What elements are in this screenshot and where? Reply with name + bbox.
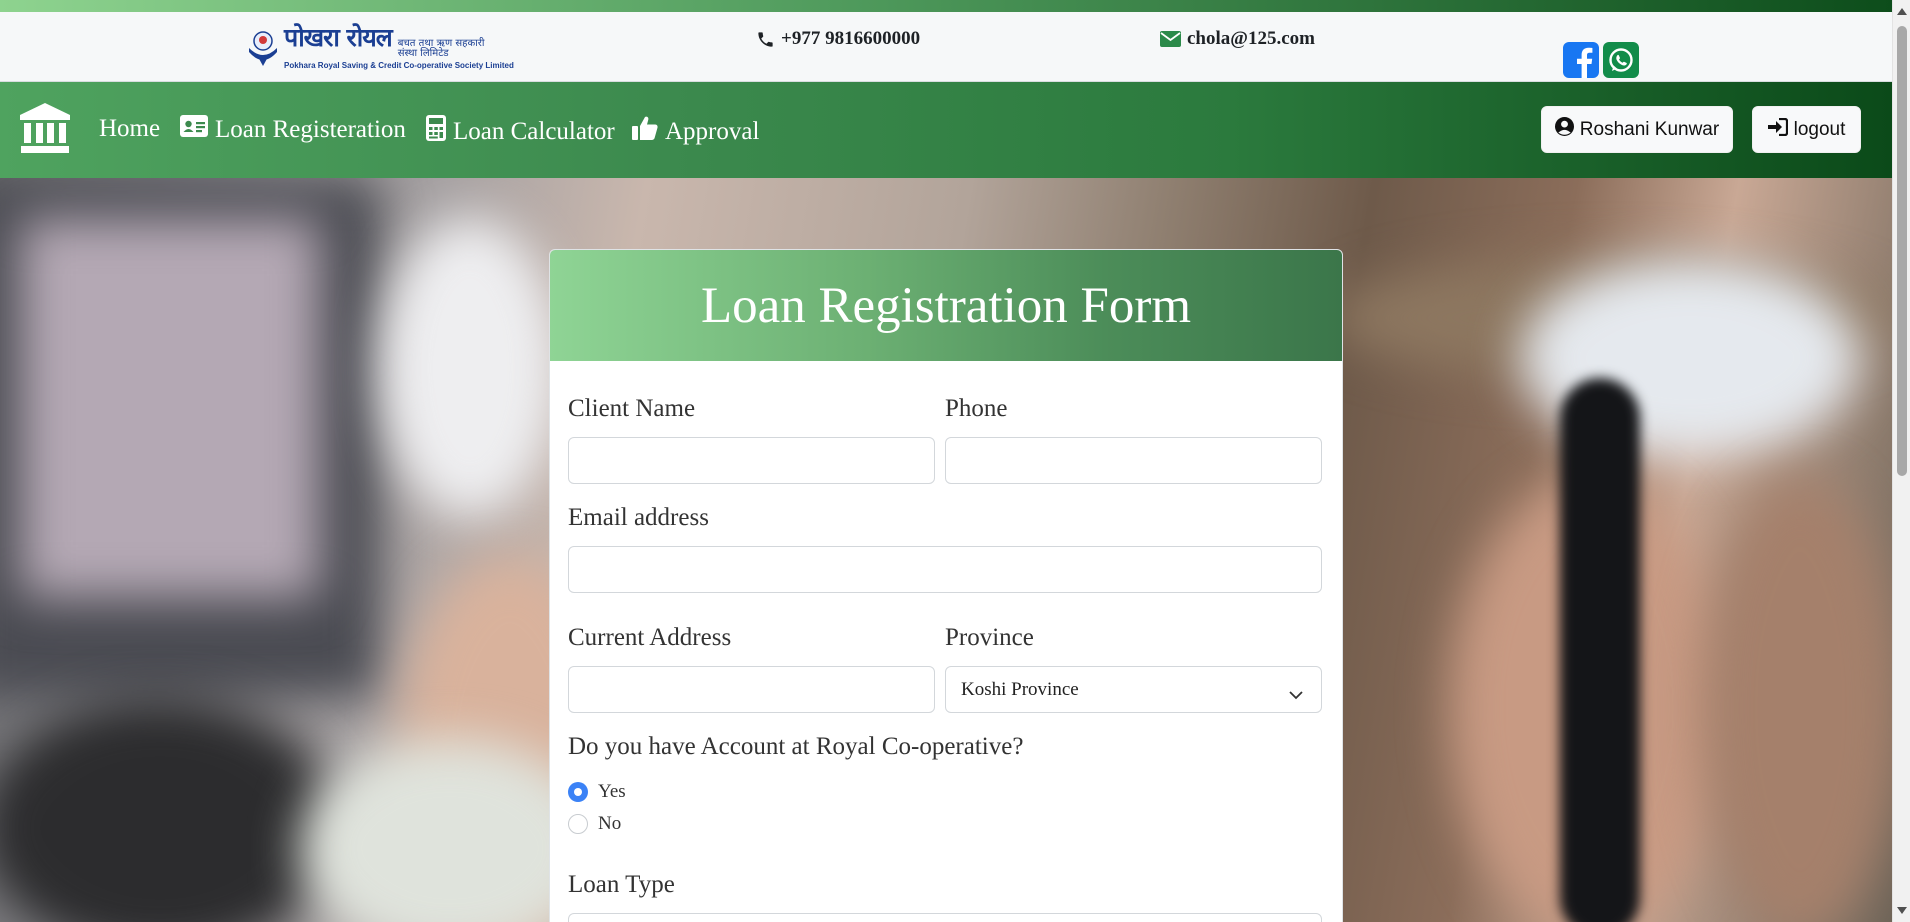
logo[interactable]: पोखरा रोयल बचत तथा ऋण सहकारी संस्था लिमि… <box>246 22 522 70</box>
main-navbar: Home Loan Registeration Loan Calculator … <box>0 82 1892 178</box>
loan-type-select[interactable] <box>568 913 1322 922</box>
phone-contact[interactable]: +977 9816600000 <box>756 28 920 50</box>
email-contact[interactable]: chola@125.com <box>1160 28 1315 50</box>
phone-input[interactable] <box>945 437 1322 484</box>
scroll-thumb[interactable] <box>1897 26 1907 476</box>
scroll-up-arrow-icon[interactable] <box>1897 8 1907 15</box>
nav-home[interactable]: Home <box>99 115 160 143</box>
nav-home-label: Home <box>99 115 161 142</box>
whatsapp-icon[interactable] <box>1603 42 1639 83</box>
current-address-input[interactable] <box>568 666 935 713</box>
user-name: Roshani Kunwar <box>1579 118 1720 140</box>
nav-approval[interactable]: Approval <box>632 115 759 148</box>
logo-english-name: Pokhara Royal Saving & Credit Co-operati… <box>284 60 514 70</box>
facebook-icon[interactable] <box>1563 42 1599 83</box>
email-input[interactable] <box>568 546 1322 593</box>
account-option-yes-label: Yes <box>598 781 626 802</box>
phone-label: Phone <box>945 395 1008 422</box>
nav-loan-registration-label: Loan Registeration <box>215 115 406 143</box>
nav-approval-label: Approval <box>665 117 760 145</box>
phone-number: +977 9816600000 <box>781 28 921 49</box>
page-scrollbar[interactable] <box>1892 0 1910 922</box>
nav-loan-calculator-label: Loan Calculator <box>453 117 615 145</box>
account-option-no-label: No <box>598 813 622 834</box>
email-address: chola@125.com <box>1187 28 1315 49</box>
account-option-yes[interactable]: Yes <box>568 781 626 803</box>
phone-icon <box>756 30 775 49</box>
sign-in-icon <box>1767 117 1788 142</box>
top-accent-bar <box>0 0 1892 12</box>
envelope-icon <box>1160 31 1181 47</box>
logout-button[interactable]: logout <box>1752 106 1861 153</box>
account-question-label: Do you have Account at Royal Co-operativ… <box>568 733 1024 760</box>
user-circle-icon <box>1554 117 1574 142</box>
province-label: Province <box>945 624 1034 651</box>
province-selected-value: Koshi Province <box>961 678 1079 700</box>
client-name-input[interactable] <box>568 437 935 484</box>
chevron-down-icon <box>1289 684 1303 706</box>
nav-loan-registration[interactable]: Loan Registeration <box>180 115 406 144</box>
id-card-icon <box>180 115 208 144</box>
calculator-icon <box>426 115 446 148</box>
client-name-label: Client Name <box>568 395 696 422</box>
logo-tagline: बचत तथा ऋण सहकारी संस्था लिमिटेड <box>397 37 485 59</box>
logo-emblem-icon <box>246 28 280 66</box>
thumbs-up-icon <box>632 115 658 148</box>
email-label: Email address <box>568 504 709 531</box>
logout-label: logout <box>1793 118 1846 140</box>
loan-registration-form-card: Loan Registration Form Client Name Phone… <box>549 249 1343 922</box>
loan-type-label: Loan Type <box>568 871 675 898</box>
radio-yes[interactable] <box>568 782 588 802</box>
scroll-down-arrow-icon[interactable] <box>1897 907 1907 914</box>
current-address-label: Current Address <box>568 624 732 651</box>
nav-loan-calculator[interactable]: Loan Calculator <box>426 115 615 148</box>
province-select[interactable]: Koshi Province <box>945 666 1322 713</box>
logo-name: पोखरा रोयल <box>284 22 393 52</box>
radio-no[interactable] <box>568 814 588 834</box>
account-option-no[interactable]: No <box>568 813 621 835</box>
form-header: Loan Registration Form <box>550 250 1342 361</box>
info-bar: पोखरा रोयल बचत तथा ऋण सहकारी संस्था लिमि… <box>0 12 1892 82</box>
form-title: Loan Registration Form <box>700 277 1192 334</box>
bank-icon[interactable] <box>19 102 71 159</box>
user-profile-button[interactable]: Roshani Kunwar <box>1541 106 1733 153</box>
